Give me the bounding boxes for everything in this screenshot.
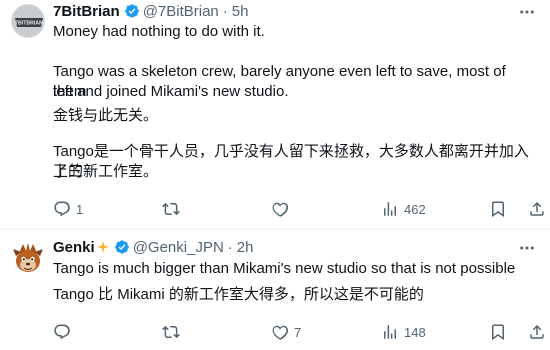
avatar[interactable]: 7BITBRIAN [11, 4, 45, 38]
tweet-text-line: 上的新工作室。 [53, 163, 159, 180]
reply-icon [53, 200, 71, 218]
reply-count: 1 [76, 201, 84, 217]
tweet-header: Genki @Genki_JPN · 2h [53, 237, 253, 257]
tweet-text-line: Money had nothing to do with it. [53, 23, 265, 40]
author-handle[interactable]: @7BitBrian [143, 3, 219, 20]
timestamp[interactable]: 5h [232, 3, 249, 20]
like-icon [271, 323, 289, 341]
share-button[interactable] [528, 320, 546, 344]
repost-icon [162, 323, 180, 341]
separator-dot: · [227, 238, 233, 256]
verified-badge-icon[interactable] [114, 239, 130, 255]
tweet[interactable]: 7BITBRIAN 7BitBrian @7BitBrian · 5h Mone… [0, 0, 550, 229]
author-handle[interactable]: @Genki_JPN [133, 239, 224, 256]
views-count: 462 [404, 201, 426, 217]
tweet[interactable]: Genki @Genki_JPN · 2h Tango is much bigg… [0, 229, 550, 350]
views-button[interactable]: 462 [381, 197, 426, 221]
reply-button[interactable]: 1 [53, 197, 83, 221]
tweet-text-line: Tango 比 Mikami 的新工作室大得多，所以这是不可能的 [53, 286, 424, 303]
repost-button[interactable] [162, 197, 180, 221]
bookmark-button[interactable] [489, 197, 507, 221]
repost-button[interactable] [162, 320, 180, 344]
views-icon [381, 200, 399, 218]
views-button[interactable]: 148 [381, 320, 426, 344]
repost-icon [162, 200, 180, 218]
sparkle-icon [96, 240, 110, 254]
share-icon [528, 323, 546, 341]
tweet-actions: 1 462 [48, 197, 544, 221]
views-icon [381, 323, 399, 341]
like-icon [271, 200, 289, 218]
avatar-logo-text: 7BITBRIAN [15, 21, 43, 27]
tweet-text-line: left and joined Mikami's new studio. [53, 83, 289, 100]
share-button[interactable] [528, 197, 546, 221]
author-name[interactable]: Genki [53, 239, 95, 256]
bookmark-button[interactable] [489, 320, 507, 344]
verified-badge-icon[interactable] [124, 3, 140, 19]
tweet-text-line: 金钱与此无关。 [53, 107, 159, 124]
avatar[interactable] [11, 241, 45, 275]
timestamp[interactable]: 2h [237, 239, 254, 256]
reply-button[interactable] [53, 320, 71, 344]
like-count: 7 [294, 324, 302, 340]
reply-icon [53, 323, 71, 341]
views-count: 148 [404, 324, 426, 340]
more-icon[interactable] [518, 3, 536, 21]
tweet-text-line: Tango is much bigger than Mikami's new s… [53, 260, 516, 277]
tweet-actions: 7 148 [48, 320, 544, 344]
author-name[interactable]: 7BitBrian [53, 3, 120, 20]
separator-dot: · [222, 2, 228, 20]
like-button[interactable] [271, 197, 289, 221]
bookmark-icon [489, 200, 507, 218]
tweet-header: 7BitBrian @7BitBrian · 5h [53, 1, 248, 21]
bookmark-icon [489, 323, 507, 341]
share-icon [528, 200, 546, 218]
more-icon[interactable] [518, 239, 536, 257]
like-button[interactable]: 7 [271, 320, 301, 344]
